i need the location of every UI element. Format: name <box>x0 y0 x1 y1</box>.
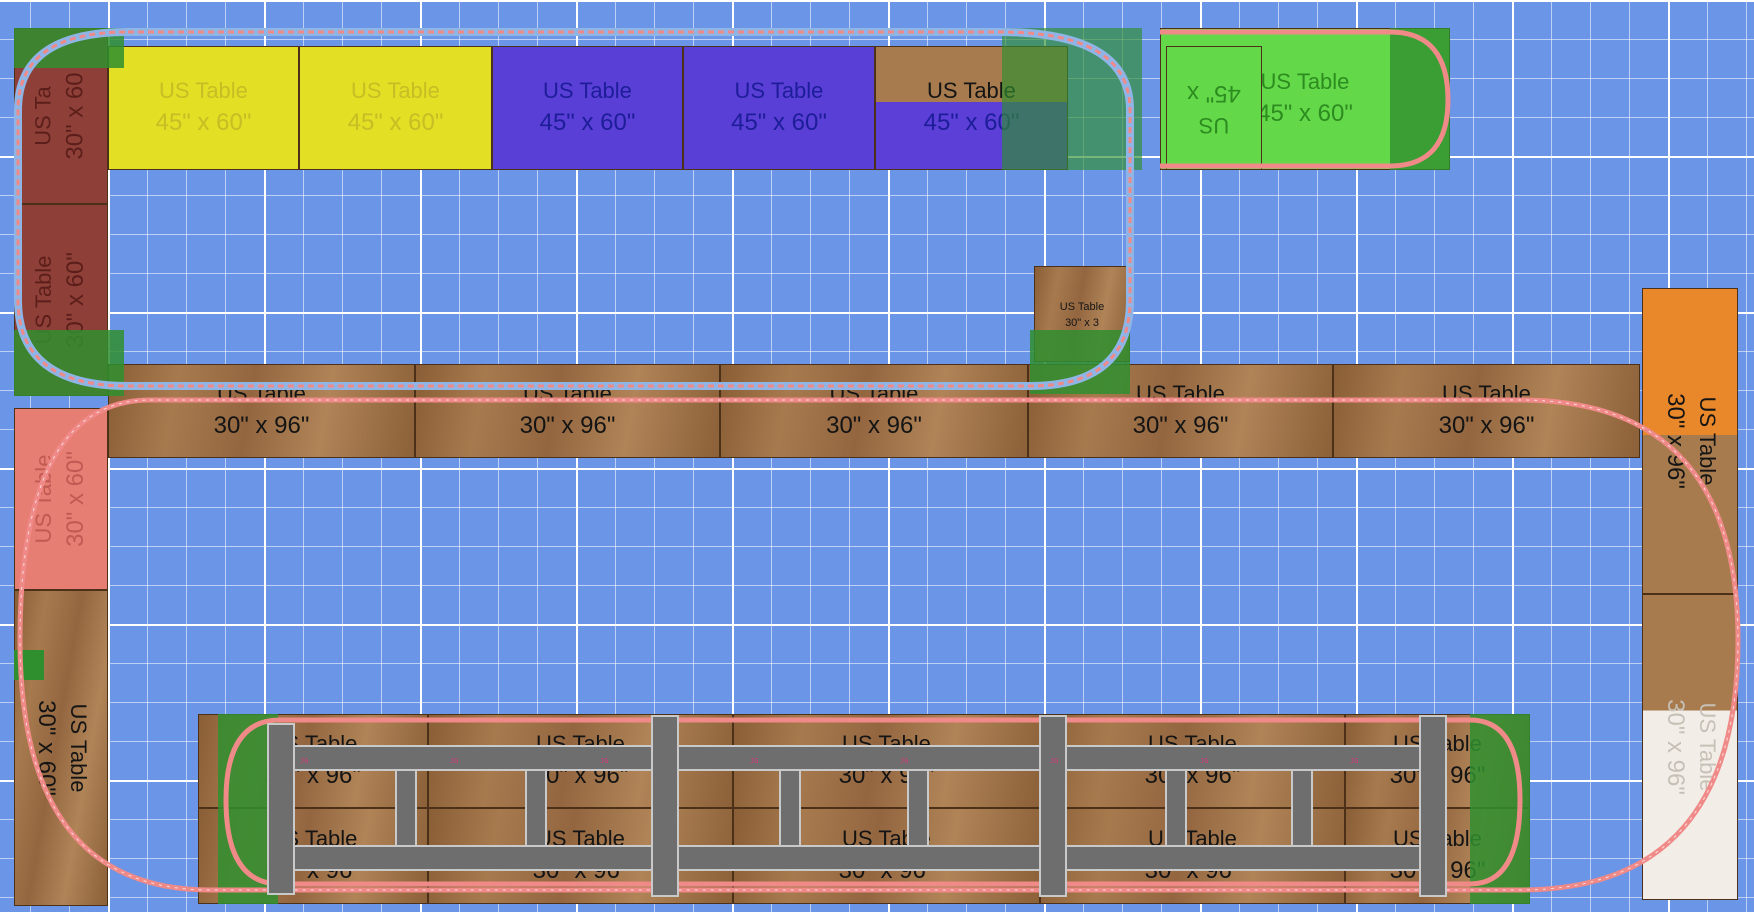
street-marker-label: JG <box>300 757 308 765</box>
street-short <box>907 769 929 847</box>
street-marker-label: JG <box>750 757 758 765</box>
street-grid <box>267 715 1447 897</box>
street-vertical <box>267 723 295 895</box>
street-short <box>1165 769 1187 847</box>
street-marker-label: JG <box>1200 757 1208 765</box>
street-vertical <box>651 715 679 897</box>
street-marker-label: JG <box>600 757 608 765</box>
street-marker-label: JG <box>900 757 908 765</box>
street-marker-label: JG <box>450 757 458 765</box>
street-marker-label: JG <box>1050 757 1058 765</box>
street-vertical <box>1419 715 1447 897</box>
street-short <box>525 769 547 847</box>
inner-track[interactable] <box>14 28 1134 390</box>
street-short <box>1291 769 1313 847</box>
track-overlay: JG JG JG JG JG JG JG JG <box>14 28 1741 904</box>
street-lower <box>291 845 1423 871</box>
ballast-patch <box>1390 28 1450 170</box>
street-marker-label: JG <box>1350 757 1358 765</box>
street-vertical <box>1039 715 1067 897</box>
street-short <box>779 769 801 847</box>
inner-track-ties <box>16 30 1132 388</box>
layout-canvas: US Table 45" x 60" US Table 45" x 60" US T… <box>0 0 1754 912</box>
street-upper <box>291 745 1423 771</box>
street-short <box>395 769 417 847</box>
ballast-patch <box>1002 28 1142 170</box>
